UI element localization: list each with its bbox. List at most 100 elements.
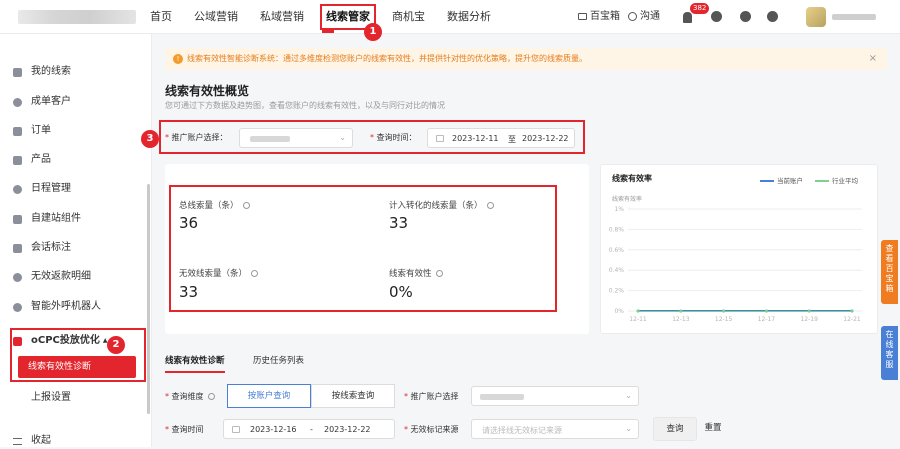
legend-swatch xyxy=(815,180,829,182)
treasure-box-float-tab[interactable]: 查看百宝箱 xyxy=(881,240,898,304)
dimension-label: * 查询维度 xyxy=(165,391,215,402)
x-tick-label: 12-21 xyxy=(843,316,861,323)
settings-icon[interactable] xyxy=(740,11,751,22)
brand-logo[interactable] xyxy=(18,10,136,24)
sidebar-item-label: 日程管理 xyxy=(31,183,71,194)
stat-converted-value: 33 xyxy=(389,214,409,232)
online-service-float-tab[interactable]: 在线客服 xyxy=(881,326,898,380)
diag-account-select[interactable]: ⌄ xyxy=(471,386,639,406)
reset-button[interactable]: 重置 xyxy=(699,417,727,441)
sidebar-item-session-tagging[interactable]: 会话标注 xyxy=(13,240,71,256)
sidebar-item-products[interactable]: 产品 xyxy=(13,152,51,168)
diag-account-label: * 推广账户选择 xyxy=(404,392,459,401)
nav-business-treasure[interactable]: 商机宝 xyxy=(392,0,425,34)
calendar-icon xyxy=(436,135,444,142)
y-tick-label: 0% xyxy=(614,308,624,315)
pen-icon xyxy=(13,243,22,253)
date-start: 2023-12-11 xyxy=(452,134,499,143)
sidebar-item-outbound-robot[interactable]: 智能外呼机器人 xyxy=(13,299,101,315)
diag-date-range-picker[interactable]: 2023-12-16 - 2023-12-22 xyxy=(223,419,395,439)
close-icon[interactable]: × xyxy=(869,48,877,70)
sidebar-item-lead-diagnosis[interactable]: 线索有效性诊断 xyxy=(18,356,136,378)
account-value-blurred xyxy=(250,136,290,142)
x-tick-label: 12-17 xyxy=(758,316,776,323)
date-separator: - xyxy=(310,425,313,434)
sidebar-item-label: 自建站组件 xyxy=(31,213,81,224)
diag-time-label: * 查询时间 xyxy=(165,425,204,434)
username-blurred[interactable] xyxy=(832,14,876,20)
sidebar-item-invalid-refunds[interactable]: 无效返款明细 xyxy=(13,269,91,285)
nav-home[interactable]: 首页 xyxy=(150,0,172,34)
leads-icon xyxy=(13,67,22,77)
date-range-picker[interactable]: 2023-12-11 至 2023-12-22 xyxy=(427,128,575,148)
ocpc-icon xyxy=(13,336,22,346)
download-icon[interactable] xyxy=(767,11,778,22)
help-icon xyxy=(435,270,443,277)
source-label: * 无效标记来源 xyxy=(404,425,459,434)
sidebar-item-my-leads[interactable]: 我的线索 xyxy=(13,64,71,80)
stat-invalid-label: 无效线索量（条） xyxy=(179,267,259,279)
stat-invalid-value: 33 xyxy=(179,283,199,301)
nav-public-marketing[interactable]: 公域营销 xyxy=(194,0,238,34)
data-point xyxy=(807,309,811,313)
legend-swatch xyxy=(760,180,774,182)
nav-data-analysis[interactable]: 数据分析 xyxy=(447,0,491,34)
help-icon xyxy=(486,202,494,209)
data-point xyxy=(850,309,854,313)
sidebar-item-schedule[interactable]: 日程管理 xyxy=(13,181,71,197)
sidebar-item-label: 订单 xyxy=(31,125,51,136)
help-icon xyxy=(242,202,250,209)
robot-icon xyxy=(13,302,22,312)
y-tick-label: 1% xyxy=(614,206,624,213)
clock-icon xyxy=(13,184,22,194)
sidebar-group-ocpc[interactable]: oCPC投放优化 ▲ xyxy=(13,333,108,349)
main-nav: 首页 公域营销 私域营销 线索管家 商机宝 数据分析 xyxy=(150,0,513,34)
info-alert: ! 线索有效性智能诊断系统：通过多维度检测您账户的线索有效性，并提供针对性的优化… xyxy=(165,48,887,70)
treasure-box-label: 百宝箱 xyxy=(590,11,620,22)
sidebar-item-label: 上报设置 xyxy=(31,392,71,403)
sidebar-item-site-components[interactable]: 自建站组件 xyxy=(13,211,81,227)
tab-history[interactable]: 历史任务列表 xyxy=(253,354,304,366)
by-account-button[interactable]: 按账户查询 xyxy=(227,384,311,408)
sidebar-item-closed-customers[interactable]: 成单客户 xyxy=(13,94,71,110)
stat-valid-rate-value: 0% xyxy=(389,283,413,301)
chat-icon xyxy=(628,11,637,21)
data-point xyxy=(636,309,640,313)
chart-title: 线索有效率 xyxy=(612,174,652,183)
account-value-blurred xyxy=(480,394,524,400)
legend-current-account: 当前账户 xyxy=(760,175,803,185)
sidebar-item-label: 智能外呼机器人 xyxy=(31,301,101,312)
main-content: ! 线索有效性智能诊断系统：通过多维度检测您账户的线索有效性，并提供针对性的优化… xyxy=(141,34,900,447)
stat-total-label: 总线索量（条） xyxy=(179,199,250,211)
product-icon xyxy=(13,155,22,165)
chat-label: 沟通 xyxy=(640,11,660,22)
date-separator: 至 xyxy=(508,135,516,144)
sidebar-item-orders[interactable]: 订单 xyxy=(13,123,51,139)
chat-link[interactable]: 沟通 xyxy=(628,0,660,34)
account-select[interactable]: ⌄ xyxy=(239,128,353,148)
bell-icon[interactable] xyxy=(683,12,692,23)
order-icon xyxy=(13,126,22,136)
sidebar-item-label: oCPC投放优化 xyxy=(31,335,100,346)
page-subtitle: 您可通过下方数据及趋势图，查看您账户的线索有效性，以及与同行对比的情况 xyxy=(165,101,445,110)
active-tab-indicator xyxy=(165,371,225,373)
by-lead-button[interactable]: 按线索查询 xyxy=(311,384,395,408)
tab-diagnosis[interactable]: 线索有效性诊断 xyxy=(165,354,225,366)
sidebar-item-label: 产品 xyxy=(31,154,51,165)
y-tick-label: 0.4% xyxy=(609,267,625,274)
stat-converted-label: 计入转化的线索量（条） xyxy=(389,199,494,211)
refund-icon xyxy=(13,272,22,282)
top-bar: 首页 公域营销 私域营销 线索管家 商机宝 数据分析 1 百宝箱 沟通 382 xyxy=(0,0,900,41)
stat-valid-rate-label: 线索有效性 xyxy=(389,267,443,279)
avatar[interactable] xyxy=(806,7,826,27)
treasure-box-link[interactable]: 百宝箱 xyxy=(578,0,620,34)
sidebar-scrollbar[interactable] xyxy=(147,184,150,414)
sidebar-item-report-settings[interactable]: 上报设置 xyxy=(31,390,71,406)
edit-icon xyxy=(13,214,22,224)
help-icon[interactable] xyxy=(711,11,722,22)
nav-active-indicator xyxy=(322,30,334,33)
user-icon xyxy=(13,97,22,107)
query-button[interactable]: 查询 xyxy=(653,417,697,441)
source-select[interactable]: 请选择线无效标记来源 ⌄ xyxy=(471,419,639,439)
nav-private-marketing[interactable]: 私域营销 xyxy=(260,0,304,34)
